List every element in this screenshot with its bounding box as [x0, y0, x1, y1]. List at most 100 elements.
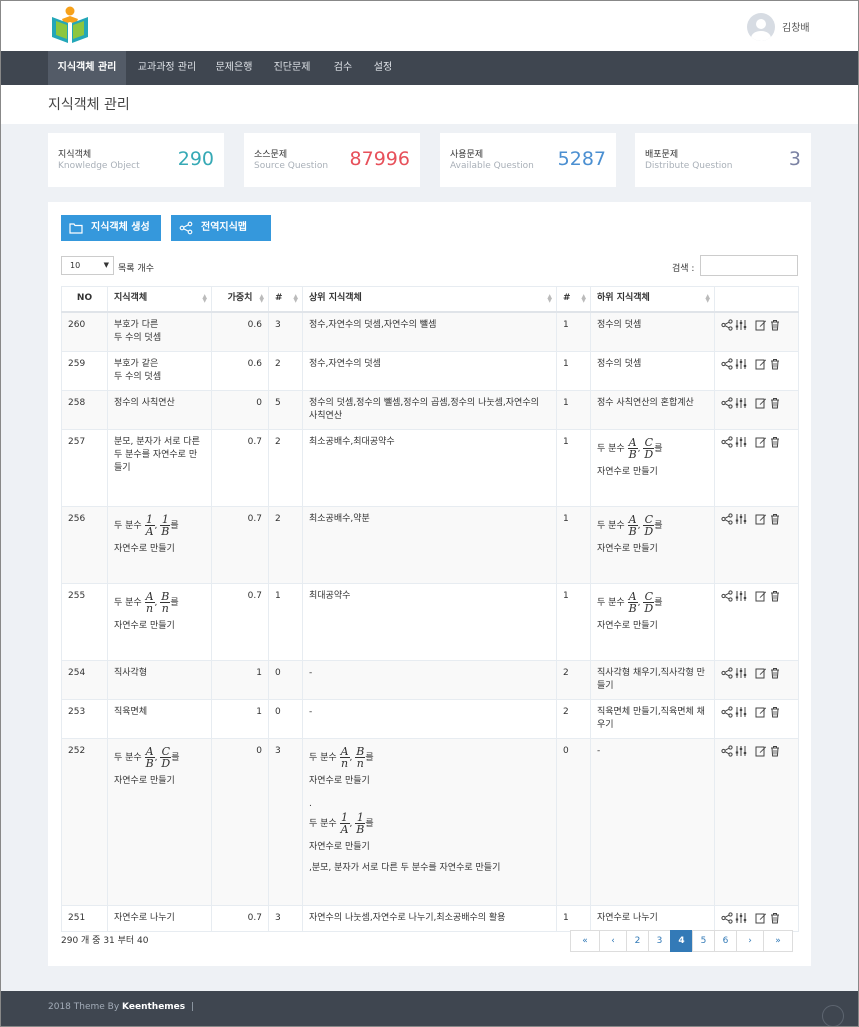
cell-no: 256 — [61, 505, 108, 583]
col-actions — [714, 286, 799, 313]
page-6-button[interactable]: 6 — [714, 930, 737, 952]
share-icon[interactable] — [721, 512, 733, 525]
trash-icon[interactable] — [769, 912, 781, 924]
sliders-icon[interactable] — [735, 912, 747, 924]
edit-icon[interactable] — [755, 912, 767, 924]
trash-icon[interactable] — [769, 590, 781, 602]
user-name[interactable]: 김창배 — [782, 19, 810, 34]
trash-icon[interactable] — [769, 436, 781, 448]
edit-icon[interactable] — [755, 436, 767, 448]
trash-icon[interactable] — [769, 358, 781, 370]
logo-icon[interactable] — [48, 5, 92, 45]
sliders-icon[interactable] — [735, 513, 747, 525]
scroll-top-icon[interactable] — [822, 1005, 844, 1027]
edit-icon[interactable] — [755, 745, 767, 757]
trash-icon[interactable] — [769, 397, 781, 409]
sort-icon: ▲ ▼ — [705, 293, 710, 304]
trash-icon[interactable] — [769, 706, 781, 718]
sliders-icon[interactable] — [735, 436, 747, 448]
col-parents[interactable]: 상위 지식객체 ▲ ▼ — [302, 286, 557, 313]
page-next-button[interactable]: › — [736, 930, 764, 952]
nav-question-bank[interactable]: 문제은행 — [208, 51, 260, 85]
page-length-select[interactable]: 10 ▼ — [61, 256, 114, 275]
page-3-button[interactable]: 3 — [648, 930, 671, 952]
global-map-button[interactable]: 전역지식맵 — [171, 215, 271, 241]
cell-weight: 0.6 — [211, 350, 269, 390]
trash-icon[interactable] — [769, 667, 781, 679]
page-4-button[interactable]: 4 — [670, 930, 693, 952]
sliders-icon[interactable] — [735, 706, 747, 718]
col-weight[interactable]: 가중치 ▲ ▼ — [211, 286, 269, 313]
stat-subtitle: Distribute Question — [645, 161, 733, 171]
share-icon — [179, 221, 193, 235]
table-row[interactable]: 256 두 분수 1A, 1B를 자연수로 만들기 0.7 2 최소공배수,약분… — [61, 505, 799, 583]
col-no[interactable]: NO — [61, 286, 108, 313]
sliders-icon[interactable] — [735, 319, 747, 331]
table-row[interactable]: 259 부호가 같은 두 수의 덧셈 0.6 2 정수,자연수의 덧셈 1 정수… — [61, 350, 799, 390]
math-expression: 두 분수 1A, 1B를 — [309, 810, 374, 836]
edit-icon[interactable] — [755, 319, 767, 331]
footer-brand-link[interactable]: Keenthemes — [122, 1002, 185, 1012]
nav-knowledge-object[interactable]: 지식객체 관리 — [48, 51, 126, 85]
cell-name: 두 분수 AB, CD를 자연수로 만들기 — [107, 737, 212, 905]
share-icon[interactable] — [721, 705, 733, 718]
trash-icon[interactable] — [769, 513, 781, 525]
table-row[interactable]: 260 부호가 다른 두 수의 덧셈 0.6 3 정수,자연수의 덧셈,자연수의… — [61, 311, 799, 351]
share-icon[interactable] — [721, 911, 733, 924]
cell-weight: 0.7 — [211, 904, 269, 932]
col-child-count[interactable]: # ▲ ▼ — [556, 286, 591, 313]
edit-icon[interactable] — [755, 397, 767, 409]
share-icon[interactable] — [721, 435, 733, 448]
share-icon[interactable] — [721, 589, 733, 602]
share-icon[interactable] — [721, 396, 733, 409]
stat-title: 배포문제 — [645, 150, 679, 160]
page-2-button[interactable]: 2 — [626, 930, 649, 952]
math-expression: 두 분수 An, Bn를 — [309, 744, 374, 770]
cell-parent-count: 2 — [268, 350, 303, 390]
nav-diagnosis[interactable]: 진단문제 — [266, 51, 318, 85]
table-row[interactable]: 254 직사각형 1 0 - 2 직사각형 채우기,직사각형 만들기 — [61, 659, 799, 699]
share-icon[interactable] — [721, 318, 733, 331]
sliders-icon[interactable] — [735, 590, 747, 602]
create-object-button[interactable]: 지식객체 생성 — [61, 215, 161, 241]
page-prev-button[interactable]: ‹ — [599, 930, 627, 952]
share-icon[interactable] — [721, 744, 733, 757]
table-row[interactable]: 255 두 분수 An, Bn를 자연수로 만들기 0.7 1 최대공약수 1 … — [61, 582, 799, 660]
trash-icon[interactable] — [769, 319, 781, 331]
edit-icon[interactable] — [755, 667, 767, 679]
pagination-info: 290 개 중 31 부터 40 — [61, 936, 149, 946]
table-row[interactable]: 258 정수의 사칙연산 0 5 정수의 덧셈,정수의 뺄셈,정수의 곱셈,정수… — [61, 389, 799, 429]
cell-actions — [714, 311, 799, 351]
sliders-icon[interactable] — [735, 667, 747, 679]
avatar[interactable] — [747, 13, 775, 41]
table-row[interactable]: 253 직육면체 1 0 - 2 직육면체 만들기,직육면체 채우기 — [61, 698, 799, 738]
col-children[interactable]: 하위 지식객체 ▲ ▼ — [590, 286, 715, 313]
nav-settings[interactable]: 설정 — [366, 51, 400, 85]
share-icon[interactable] — [721, 357, 733, 370]
edit-icon[interactable] — [755, 358, 767, 370]
sliders-icon[interactable] — [735, 358, 747, 370]
col-parent-count[interactable]: # ▲ ▼ — [268, 286, 303, 313]
edit-icon[interactable] — [755, 590, 767, 602]
page-last-button[interactable]: » — [763, 930, 793, 952]
edit-icon[interactable] — [755, 706, 767, 718]
table-row[interactable]: 257 분모, 분자가 서로 다른 두 분수를 자연수로 만들기 0.7 2 최… — [61, 428, 799, 506]
search-input[interactable] — [700, 255, 798, 276]
page-5-button[interactable]: 5 — [692, 930, 715, 952]
share-icon[interactable] — [721, 666, 733, 679]
table-row[interactable]: 251 자연수로 나누기 0.7 3 자연수의 나눗셈,자연수로 나누기,최소공… — [61, 904, 799, 932]
trash-icon[interactable] — [769, 745, 781, 757]
nav-review[interactable]: 검수 — [326, 51, 360, 85]
edit-icon[interactable] — [755, 513, 767, 525]
cell-child-count: 1 — [556, 389, 591, 429]
page-first-button[interactable]: « — [570, 930, 600, 952]
sliders-icon[interactable] — [735, 397, 747, 409]
cell-parent-count: 3 — [268, 904, 303, 932]
sliders-icon[interactable] — [735, 745, 747, 757]
table-row[interactable]: 252 두 분수 AB, CD를 자연수로 만들기 0 3 두 분수 An, B… — [61, 737, 799, 905]
children-text: 자연수로 만들기 — [597, 466, 658, 477]
col-name[interactable]: 지식객체 ▲ ▼ — [107, 286, 212, 313]
global-map-label: 전역지식맵 — [201, 222, 247, 233]
nav-curriculum[interactable]: 교과과정 관리 — [130, 51, 204, 85]
cell-no: 253 — [61, 698, 108, 738]
